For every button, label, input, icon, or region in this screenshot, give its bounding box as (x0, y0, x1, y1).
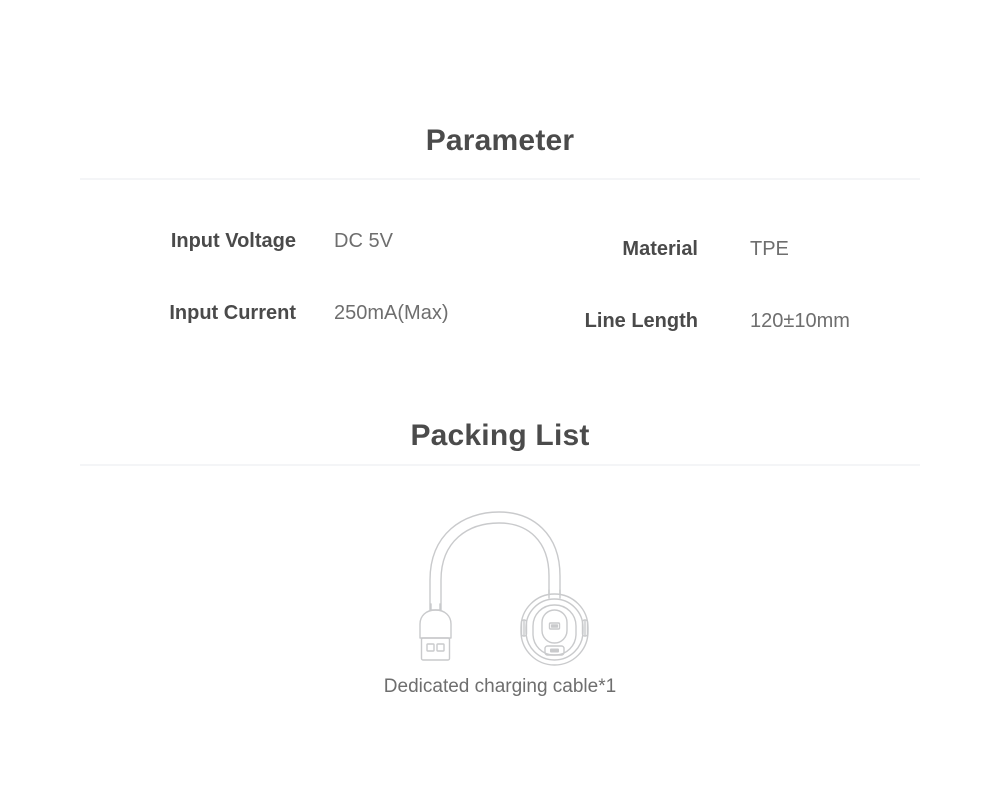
parameter-table: Input Voltage DC 5V Input Current 250mA(… (0, 230, 1000, 360)
spec-value-material: TPE (750, 238, 789, 260)
spec-row-input-current: Input Current 250mA(Max) (131, 302, 448, 325)
divider-packing-list (80, 464, 920, 466)
packing-item-caption: Dedicated charging cable*1 (383, 676, 617, 697)
spec-label-line-length: Line Length (584, 310, 698, 332)
spec-row-input-voltage: Input Voltage DC 5V (131, 230, 393, 253)
spec-row-line-length: Line Length 120±10mm (548, 310, 850, 333)
spec-label-material: Material (622, 238, 698, 260)
spec-row-material: Material TPE (548, 238, 789, 261)
spec-label-input-current: Input Current (169, 302, 296, 324)
spec-value-input-current: 250mA(Max) (334, 302, 449, 324)
section-title-packing-list: Packing List (410, 419, 590, 452)
product-spec-page: Parameter Input Voltage DC 5V Input Curr… (0, 0, 1000, 811)
packing-list-item: Dedicated charging cable*1 (0, 498, 1000, 698)
charging-cable-icon (419, 511, 589, 666)
divider-parameter (80, 178, 920, 180)
spec-value-line-length: 120±10mm (750, 310, 850, 332)
spec-value-input-voltage: DC 5V (334, 230, 393, 252)
section-title-parameter: Parameter (425, 124, 575, 157)
spec-label-input-voltage: Input Voltage (170, 230, 296, 252)
